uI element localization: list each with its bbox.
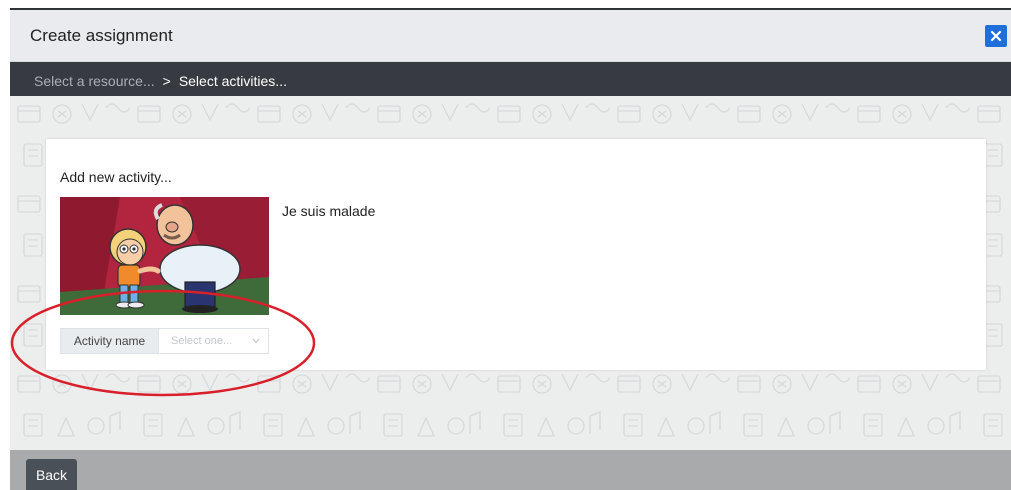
close-button[interactable] — [985, 25, 1007, 47]
activity-title: Je suis malade — [282, 203, 376, 219]
back-button[interactable]: Back — [26, 459, 77, 490]
breadcrumb-step-resource[interactable]: Select a resource... — [34, 73, 155, 89]
add-activity-label: Add new activity... — [60, 169, 172, 185]
breadcrumb-step-activities: Select activities... — [178, 73, 287, 89]
breadcrumb: Select a resource... > Select activities..… — [10, 62, 1011, 96]
top-border — [0, 0, 1011, 10]
close-icon — [990, 30, 1002, 42]
activity-name-select-group: Activity name Select one... — [60, 328, 269, 354]
activity-thumbnail — [60, 197, 269, 315]
activity-name-select[interactable]: Select one... — [159, 329, 268, 353]
modal-header: Create assignment — [10, 10, 1011, 62]
chevron-down-icon — [252, 338, 260, 344]
breadcrumb-separator: > — [162, 73, 171, 89]
activity-card: Add new activity... Je suis malade Activ… — [46, 139, 986, 370]
activity-name-label: Activity name — [61, 329, 159, 353]
modal-footer: Back — [10, 450, 1011, 490]
modal-title: Create assignment — [30, 26, 173, 45]
activity-name-placeholder: Select one... — [171, 335, 233, 347]
